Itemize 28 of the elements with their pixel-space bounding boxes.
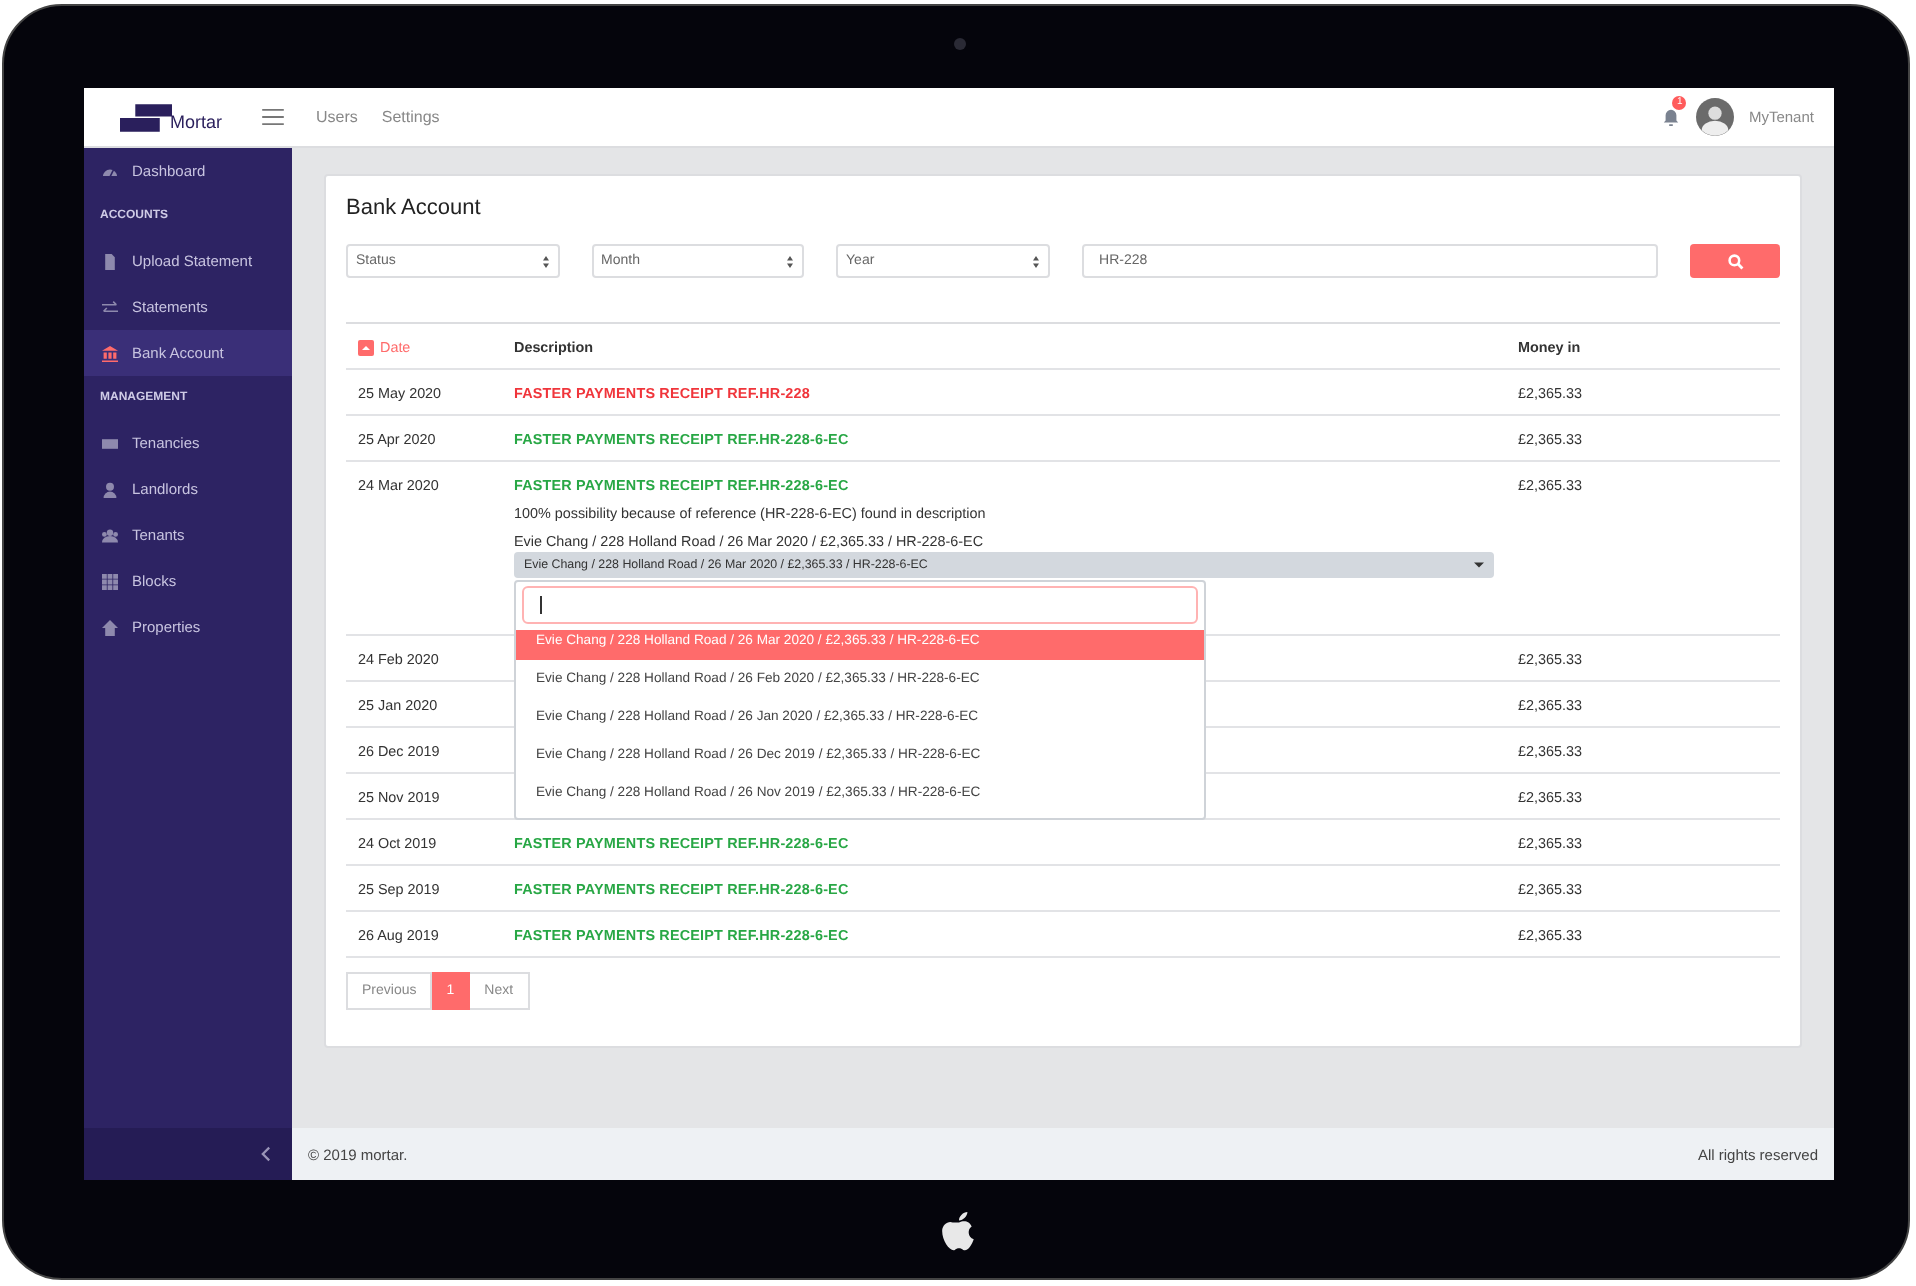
bell-icon[interactable]: [1662, 108, 1681, 126]
sort-arrows-icon: [1031, 255, 1040, 267]
document-icon: [102, 253, 118, 269]
caret-icon: [1474, 562, 1484, 568]
bank-icon: [102, 345, 118, 361]
search-icon: [1727, 253, 1744, 269]
logo-text: Mortar: [170, 111, 223, 131]
collapse-icon[interactable]: [260, 1146, 272, 1162]
search-button[interactable]: [1690, 244, 1780, 278]
camera-icon: [954, 38, 966, 50]
logo-icon: [942, 1212, 976, 1252]
logo-icon: [120, 103, 172, 131]
sort-icon[interactable]: [358, 339, 374, 355]
house-icon: [102, 619, 118, 635]
gauge-icon: [102, 163, 118, 179]
dropdown-search-field[interactable]: [522, 586, 1198, 624]
people-icon: [102, 527, 118, 543]
menu-icon[interactable]: [262, 108, 284, 126]
arrows-icon: [102, 299, 118, 315]
sort-arrows-icon: [541, 255, 550, 267]
grid-icon: [102, 573, 118, 589]
avatar-icon[interactable]: [1696, 98, 1735, 136]
person-icon: [102, 481, 118, 497]
nav-link[interactable]: Users: [316, 108, 358, 126]
sort-arrows-icon: [786, 255, 795, 267]
rectangle-icon: [102, 435, 118, 451]
page-title: Bank Account: [346, 196, 483, 220]
nav-link[interactable]: Settings: [381, 108, 440, 126]
